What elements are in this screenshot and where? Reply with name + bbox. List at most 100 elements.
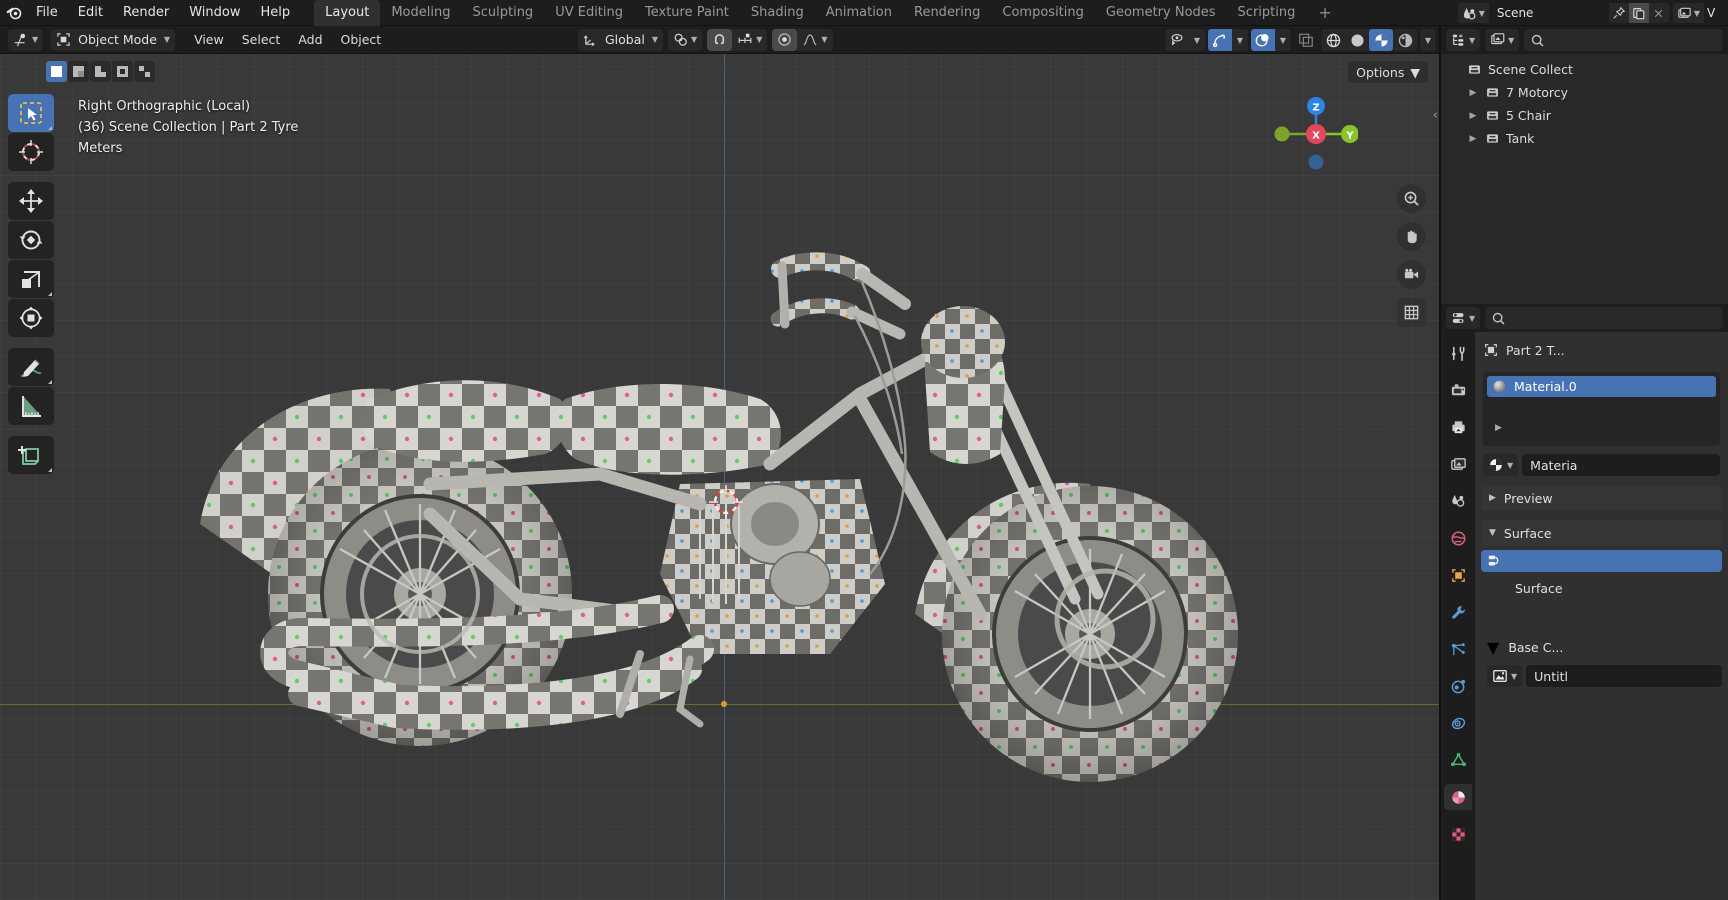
properties-tab-texture[interactable] [1444,821,1472,847]
properties-search-input[interactable] [1485,307,1723,329]
properties-tab-view-layer[interactable] [1444,451,1472,477]
transform-orientation-selector[interactable]: Global ▼ [578,28,664,51]
properties-tab-constraints[interactable] [1444,710,1472,736]
workspace-tab-shading[interactable]: Shading [740,0,815,26]
texture-name-field[interactable]: Untitl [1526,665,1722,687]
3d-viewport[interactable]: Options ▼ Right Orthographic (Local) (36… [0,54,1440,900]
proportional-edit-controls[interactable]: ▼ [772,28,833,51]
menu-file[interactable]: File [26,2,68,24]
new-scene-icon[interactable] [1628,3,1649,23]
triangle-right-icon[interactable]: ▶ [1467,134,1479,144]
blender-logo-icon[interactable] [0,0,26,26]
triangle-right-icon[interactable]: ▶ [1467,88,1479,98]
shading-dropdown[interactable]: ▼ [1420,29,1436,51]
outliner-row[interactable]: ▶ Tank [1441,127,1728,150]
pan-hand-icon[interactable] [1397,222,1426,251]
properties-tab-output[interactable] [1444,414,1472,440]
snap-controls[interactable]: ▼ [707,28,768,51]
select-subtract-icon[interactable] [90,61,111,82]
object-mode-selector[interactable]: Object Mode ▼ [51,28,176,51]
properties-tab-object[interactable] [1444,562,1472,588]
material-browse-icon[interactable]: ▼ [1483,454,1519,476]
material-slot-specials[interactable]: ▶ [1487,417,1716,439]
select-box-icon[interactable] [46,61,67,82]
triangle-right-icon[interactable]: ▶ [1467,111,1479,121]
scene-selector[interactable]: ▼ Scene [1457,3,1669,23]
material-slot-item[interactable]: Material.0 [1487,376,1716,397]
scale-icon[interactable] [8,260,54,298]
measure-icon[interactable] [8,387,54,425]
viewport-menu-object[interactable]: Object [332,29,391,50]
move-icon[interactable] [8,182,54,220]
properties-tab-material[interactable] [1444,784,1472,810]
outliner-row[interactable]: ▶ 5 Chair [1441,104,1728,127]
workspace-tab-animation[interactable]: Animation [815,0,903,26]
workspace-tab-modeling[interactable]: Modeling [380,0,461,26]
camera-view-icon[interactable] [1397,260,1426,289]
menu-render[interactable]: Render [113,2,179,24]
workspace-tab-compositing[interactable]: Compositing [991,0,1095,26]
gizmo-dropdown[interactable]: ▼ [1232,29,1248,51]
panel-preview[interactable]: ▶ Preview [1481,485,1722,511]
motorcycle-model[interactable] [0,54,1440,900]
shading-solid-icon[interactable] [1345,29,1369,51]
toggle-orthographic-icon[interactable] [1397,298,1426,327]
workspace-tab-sculpting[interactable]: Sculpting [461,0,544,26]
viewport-menu-add[interactable]: Add [289,29,331,50]
menu-edit[interactable]: Edit [68,2,113,24]
menu-help[interactable]: Help [251,2,301,24]
surface-node-button[interactable] [1481,550,1722,572]
properties-tab-tool[interactable] [1444,340,1472,366]
select-intersect-icon[interactable] [134,61,155,82]
outliner-row[interactable]: Scene Collect [1441,58,1728,81]
overlays-dropdown[interactable]: ▼ [1275,29,1291,51]
shading-wireframe-icon[interactable] [1321,29,1345,51]
annotate-icon[interactable] [8,348,54,386]
snap-to-selector[interactable]: ▼ [732,29,767,51]
tweak-select-box-icon[interactable] [8,94,54,132]
base-color-panel-header[interactable]: ▼ Base C... [1487,638,1722,657]
menu-window[interactable]: Window [179,2,250,24]
rotate-icon[interactable] [8,221,54,259]
overlays-icon[interactable] [1251,29,1275,51]
outliner-tree[interactable]: Scene Collect ▶ 7 Motorcy ▶ 5 Chair ▶ Tank [1441,54,1728,304]
snap-magnet-toggle[interactable] [707,28,733,51]
material-slot-list[interactable]: Material.0 ▶ [1483,372,1720,446]
navigation-gizmo[interactable]: Z Y X [1274,92,1358,176]
workspace-tab-geometry-nodes[interactable]: Geometry Nodes [1095,0,1227,26]
properties-tab-particles[interactable] [1444,636,1472,662]
properties-tab-render[interactable] [1444,377,1472,403]
view-layer-icon[interactable]: ▼ [1672,3,1704,23]
properties-tab-object-data[interactable] [1444,747,1472,773]
workspace-tab-rendering[interactable]: Rendering [903,0,991,26]
workspace-tab-layout[interactable]: Layout [314,0,381,26]
pin-icon[interactable] [1609,3,1629,23]
close-x-icon[interactable] [1649,3,1669,23]
transform-icon[interactable] [8,299,54,337]
editor-type-selector[interactable]: ▼ [8,28,44,51]
outliner-display-mode-icon[interactable]: ▼ [1446,29,1481,51]
outliner-row[interactable]: ▶ 7 Motorcy [1441,81,1728,104]
workspace-tab-texture-paint[interactable]: Texture Paint [634,0,740,26]
properties-editor-icon[interactable]: ▼ [1446,307,1481,329]
properties-tab-physics[interactable] [1444,673,1472,699]
properties-tab-world[interactable] [1444,525,1472,551]
xray-toggle-icon[interactable] [1294,29,1318,51]
pivot-point-selector[interactable]: ▼ [668,28,703,51]
image-texture-icon[interactable]: ▼ [1487,665,1523,687]
object-visibility-icon[interactable] [1165,29,1189,51]
shading-rendered-icon[interactable] [1393,29,1417,51]
scene-name-field[interactable]: Scene [1488,3,1609,23]
view-layer-selector[interactable]: ▼ V [1672,3,1722,23]
viewport-options-button[interactable]: Options ▼ [1348,61,1428,83]
shading-material-preview-icon[interactable] [1369,29,1393,51]
outliner-search-input[interactable] [1524,29,1723,51]
proportional-edit-toggle[interactable] [772,28,798,51]
add-workspace-button[interactable]: + [1306,3,1343,22]
workspace-tab-scripting[interactable]: Scripting [1227,0,1307,26]
outliner-filter-icon[interactable]: ▼ [1485,29,1520,51]
select-invert-icon[interactable] [112,61,133,82]
select-extend-icon[interactable] [68,61,89,82]
workspace-tab-uv-editing[interactable]: UV Editing [544,0,634,26]
sidebar-collapse-icon[interactable]: ‹ [1433,108,1438,123]
